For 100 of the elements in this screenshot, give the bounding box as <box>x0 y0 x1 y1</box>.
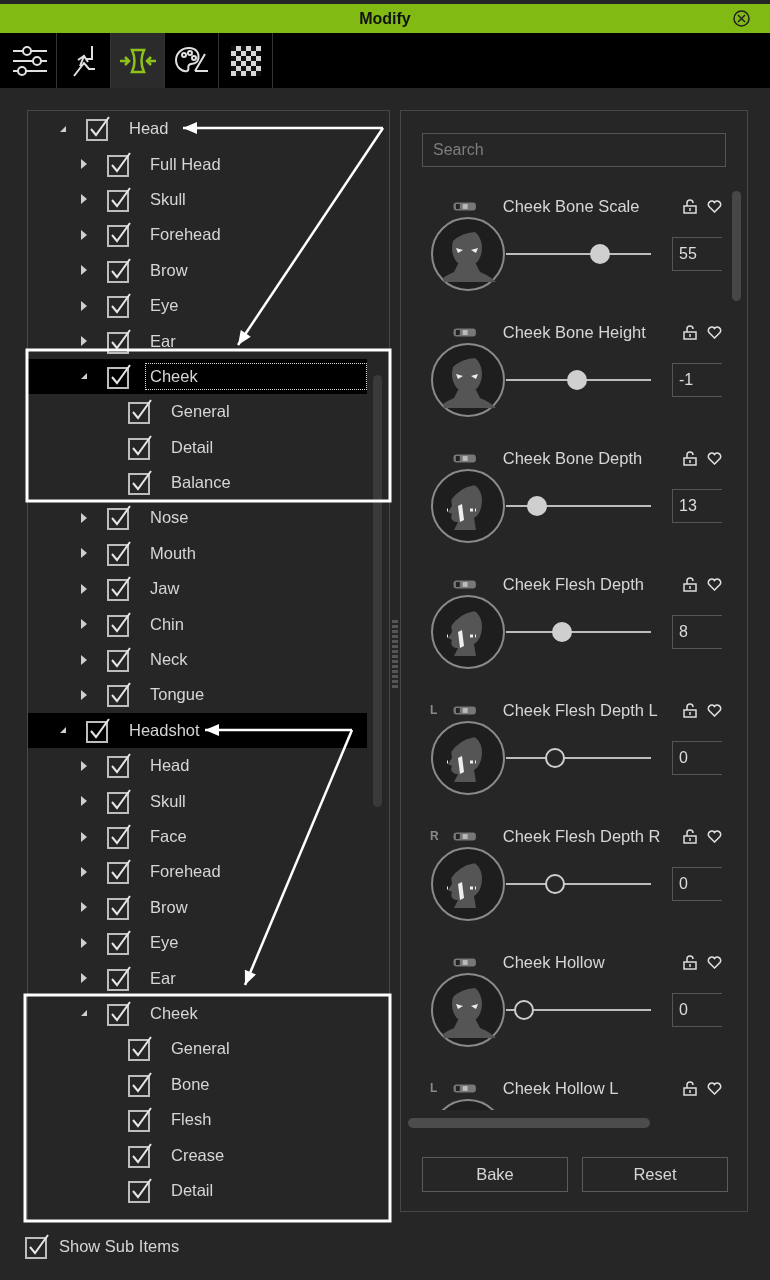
slider-thumb[interactable] <box>527 496 548 516</box>
tree-item[interactable]: Balance <box>166 469 236 497</box>
checkbox[interactable] <box>107 540 132 566</box>
value-field[interactable]: 0 <box>672 867 722 901</box>
splitter-grip[interactable] <box>392 620 398 690</box>
checkbox[interactable] <box>107 293 132 319</box>
checkbox[interactable] <box>128 1177 153 1203</box>
slider-thumb[interactable] <box>513 1000 534 1020</box>
slider-thumb[interactable] <box>552 622 573 642</box>
slider-thumb[interactable] <box>567 370 588 390</box>
checkbox[interactable] <box>107 788 132 814</box>
tree-item[interactable]: Ear <box>145 964 181 992</box>
checkbox[interactable] <box>107 682 132 708</box>
checkbox[interactable] <box>107 824 132 849</box>
checkbox[interactable] <box>107 611 132 637</box>
tree-item[interactable]: Head <box>145 752 195 780</box>
collapse-arrow-icon[interactable] <box>81 1010 87 1017</box>
checkbox[interactable] <box>107 151 132 177</box>
tree-item[interactable]: Detail <box>166 1176 219 1204</box>
checkbox[interactable] <box>86 116 111 142</box>
checkbox[interactable] <box>107 930 132 956</box>
collapse-arrow-icon[interactable] <box>60 727 66 734</box>
panel-button[interactable]: Bake <box>422 1157 568 1192</box>
tree-item[interactable]: Cheek <box>145 362 367 390</box>
slider-thumb[interactable] <box>544 748 565 768</box>
checkbox[interactable] <box>25 1234 50 1259</box>
tree-item[interactable]: Neck <box>145 646 193 674</box>
expand-arrow-icon[interactable] <box>81 194 87 205</box>
expand-arrow-icon[interactable] <box>81 548 87 559</box>
tree-item[interactable]: Tongue <box>145 681 210 709</box>
value-field[interactable]: 8 <box>672 615 722 649</box>
expand-arrow-icon[interactable] <box>81 973 87 984</box>
checkbox[interactable] <box>107 576 132 602</box>
close-icon[interactable] <box>733 10 750 27</box>
checkbox[interactable] <box>128 1107 153 1133</box>
expand-arrow-icon[interactable] <box>81 265 87 276</box>
tree-item[interactable]: Bone <box>166 1070 215 1098</box>
unlock-icon[interactable] <box>683 324 697 340</box>
tree-item[interactable]: Brow <box>145 893 193 921</box>
checkbox[interactable] <box>107 965 132 991</box>
unlock-icon[interactable] <box>683 450 697 466</box>
tree-item[interactable]: General <box>166 398 235 426</box>
expand-arrow-icon[interactable] <box>81 937 87 948</box>
checkbox-label[interactable]: Show Sub Items <box>59 1237 180 1256</box>
value-field[interactable]: 13 <box>672 489 722 523</box>
expand-arrow-icon[interactable] <box>81 229 87 240</box>
tree-item[interactable]: Flesh <box>166 1106 217 1134</box>
unlock-icon[interactable] <box>683 1080 697 1096</box>
value-field[interactable]: 0 <box>672 741 722 775</box>
checkbox[interactable] <box>128 470 153 496</box>
unlock-icon[interactable] <box>683 198 697 214</box>
checkbox[interactable] <box>107 257 132 283</box>
value-field[interactable]: 0 <box>672 993 722 1027</box>
checkbox[interactable] <box>107 647 132 673</box>
tree-item[interactable]: Eye <box>145 292 184 320</box>
tree-item[interactable]: Forehead <box>145 858 226 886</box>
tree-item[interactable]: Head <box>124 115 174 143</box>
value-field[interactable]: 55 <box>672 237 722 271</box>
heart-icon[interactable] <box>707 325 722 339</box>
unlock-icon[interactable] <box>683 828 697 844</box>
expand-arrow-icon[interactable] <box>81 689 87 700</box>
slider-thumb[interactable] <box>544 874 565 894</box>
checkbox[interactable] <box>128 1071 153 1097</box>
tree-item[interactable]: Crease <box>166 1141 230 1169</box>
expand-arrow-icon[interactable] <box>81 796 87 807</box>
tree-item[interactable]: Forehead <box>145 221 226 249</box>
expand-arrow-icon[interactable] <box>81 583 87 594</box>
checkbox[interactable] <box>107 859 132 885</box>
scrollbar[interactable] <box>373 375 382 807</box>
collapse-arrow-icon[interactable] <box>81 373 87 380</box>
slider-thumb[interactable] <box>589 244 610 264</box>
tree-item[interactable]: Skull <box>145 787 191 815</box>
checkbox[interactable] <box>107 1000 132 1026</box>
tree-item[interactable]: Skull <box>145 185 191 213</box>
collapse-arrow-icon[interactable] <box>60 125 66 132</box>
expand-arrow-icon[interactable] <box>81 336 87 347</box>
checkbox[interactable] <box>107 222 132 248</box>
unlock-icon[interactable] <box>683 954 697 970</box>
tree-item[interactable]: Face <box>145 823 192 850</box>
expand-arrow-icon[interactable] <box>81 513 87 523</box>
tree-item[interactable]: Ear <box>145 327 181 355</box>
heart-icon[interactable] <box>707 829 722 843</box>
checkbox[interactable] <box>107 505 132 531</box>
tree-item[interactable]: Headshot <box>124 716 205 744</box>
scrollbar[interactable] <box>408 1118 650 1128</box>
tree-item[interactable]: Mouth <box>145 539 201 567</box>
expand-arrow-icon[interactable] <box>81 866 87 877</box>
checkbox[interactable] <box>107 186 132 212</box>
tree-item[interactable]: Brow <box>145 256 193 284</box>
selected-row[interactable]: Headshot <box>28 712 367 749</box>
heart-icon[interactable] <box>707 199 722 213</box>
heart-icon[interactable] <box>707 703 722 717</box>
expand-arrow-icon[interactable] <box>81 831 87 842</box>
heart-icon[interactable] <box>707 1081 722 1095</box>
checkbox[interactable] <box>86 717 111 743</box>
checkbox[interactable] <box>128 434 153 460</box>
scrollbar[interactable] <box>732 191 741 301</box>
tree-item[interactable]: Detail <box>166 433 219 461</box>
checkbox[interactable] <box>107 328 132 354</box>
heart-icon[interactable] <box>707 577 722 591</box>
